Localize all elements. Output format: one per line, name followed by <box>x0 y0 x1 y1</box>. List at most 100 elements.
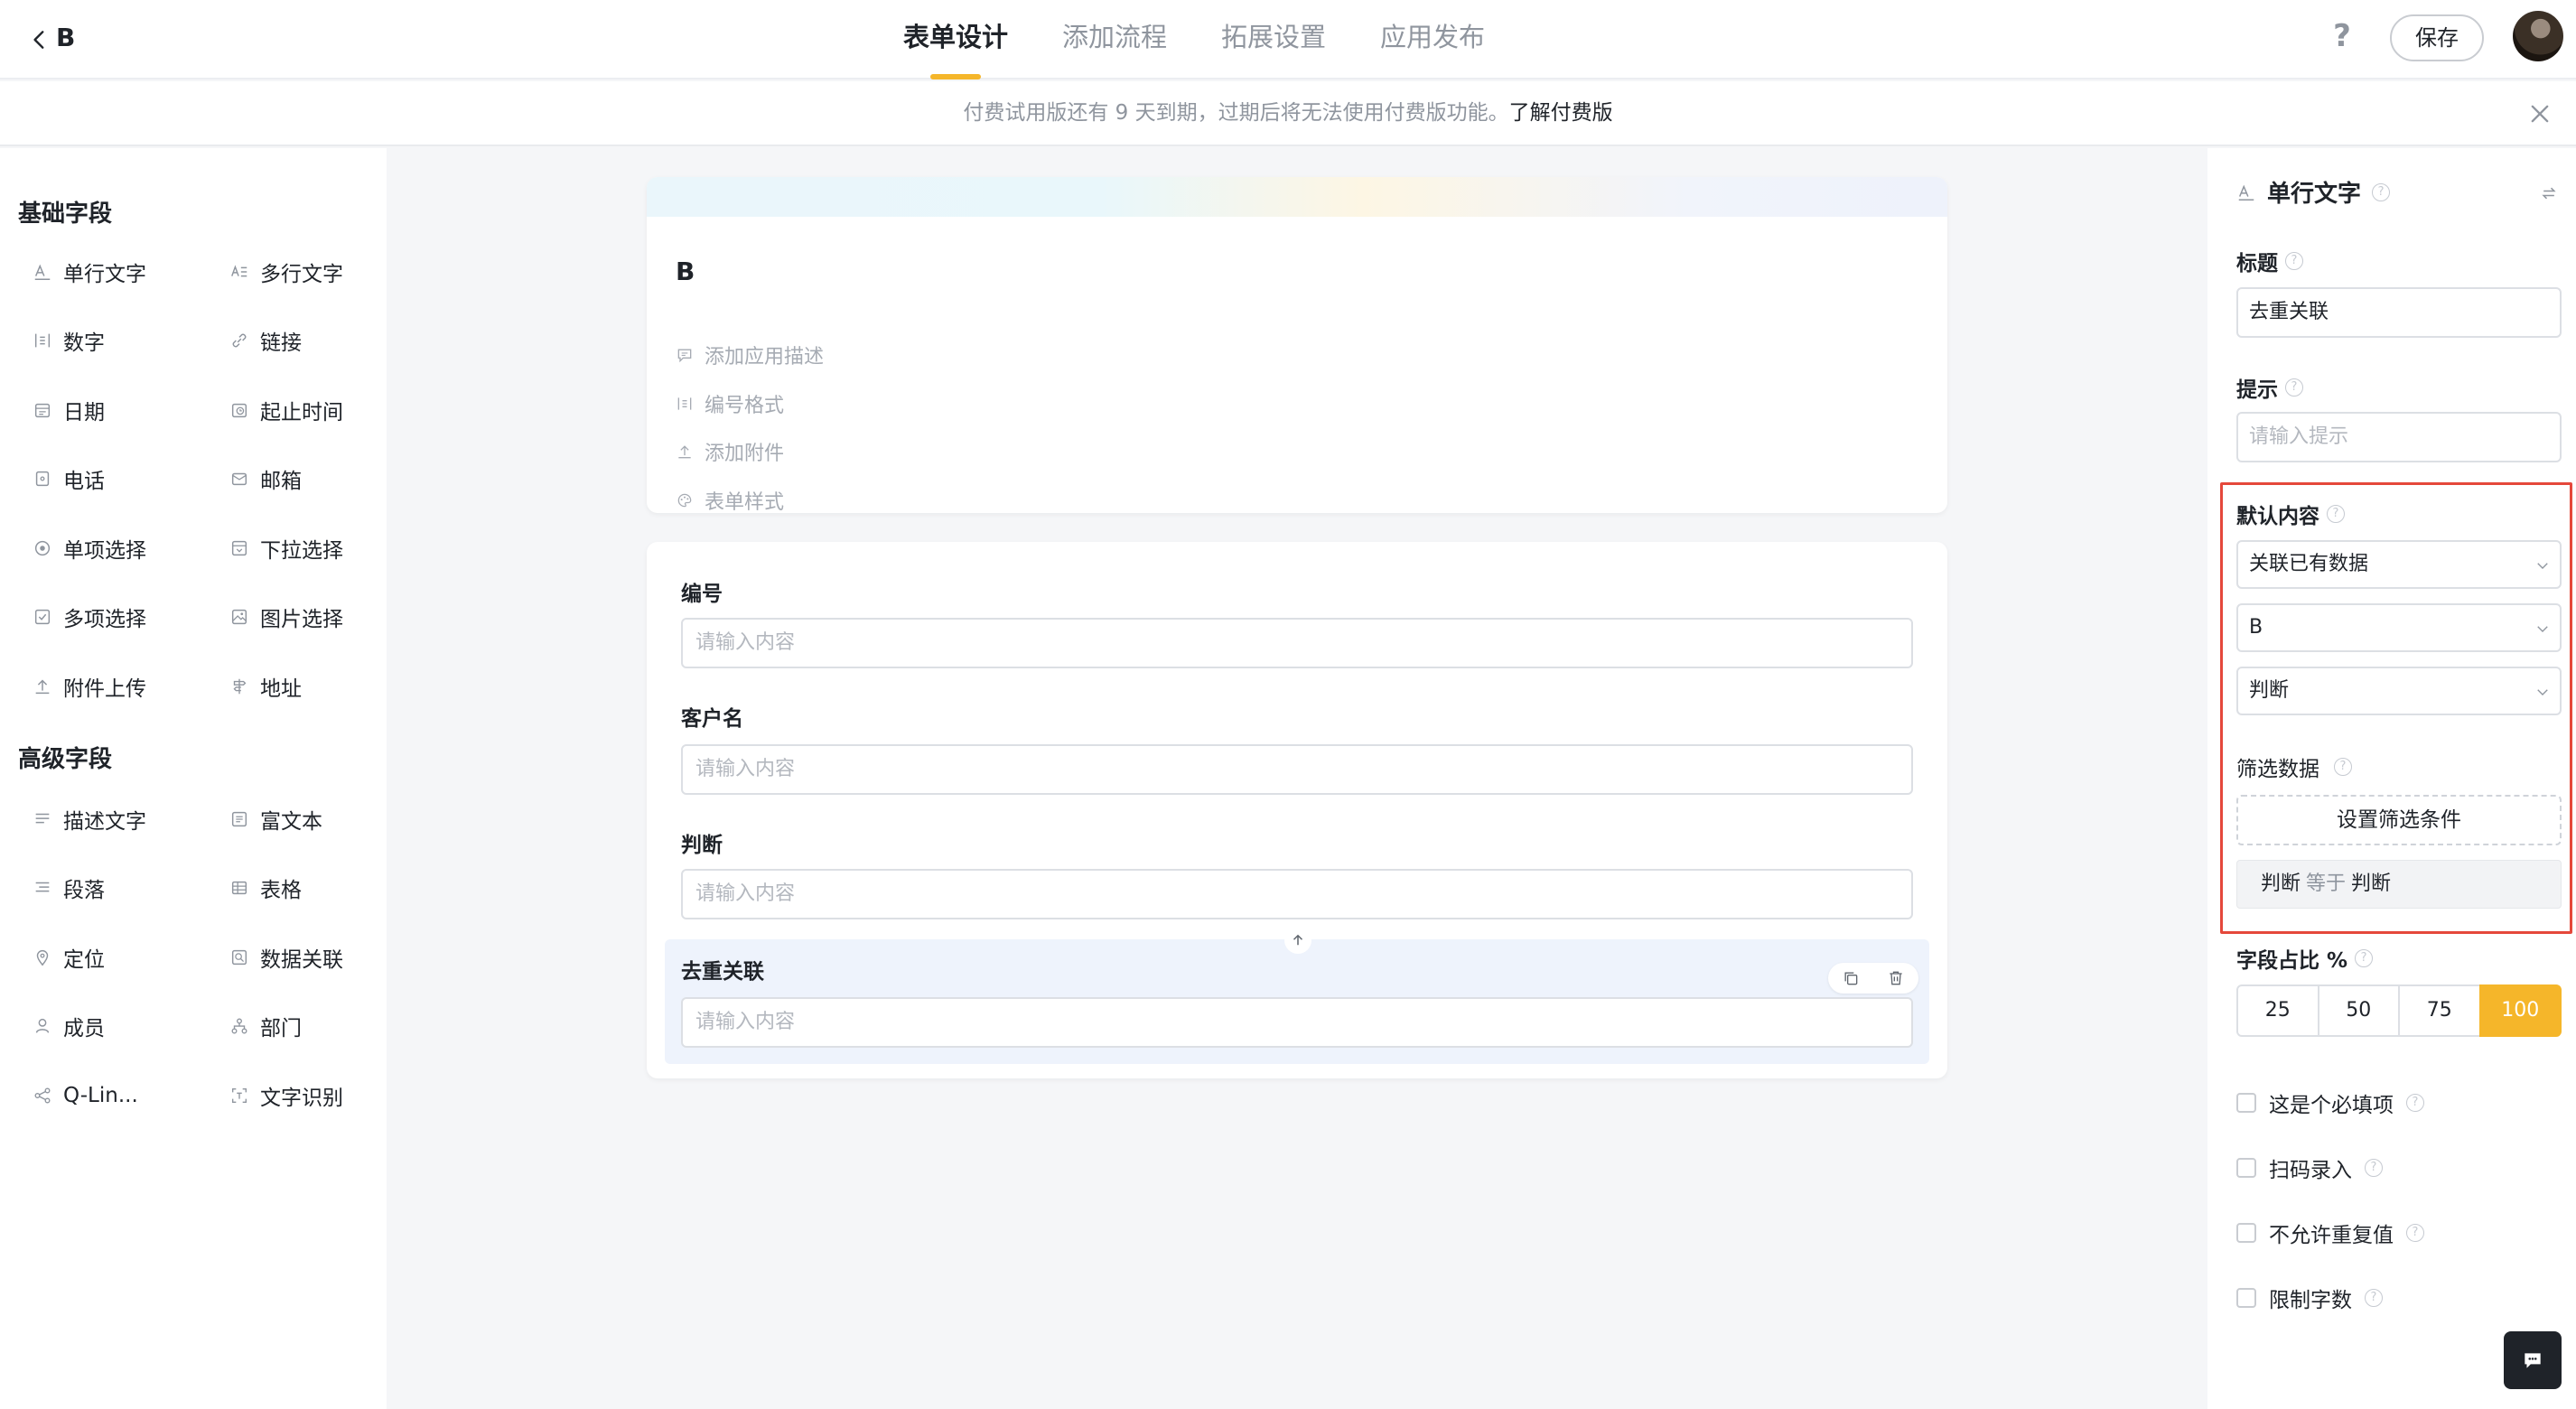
time-range-icon <box>229 400 249 420</box>
palette-item-q-link[interactable]: Q-Lin... <box>33 1075 138 1116</box>
palette-item-department[interactable]: 部门 <box>229 1005 302 1047</box>
meta-label: 表单样式 <box>705 491 785 513</box>
scan-input-checkbox-row[interactable]: 扫码录入? <box>2236 1152 2383 1183</box>
signpost-icon <box>229 677 249 696</box>
help-circle-icon[interactable]: ? <box>2365 1289 2383 1307</box>
main-tabs: 表单设计 添加流程 拓展设置 应用发布 <box>903 0 1485 79</box>
palette-item-upload[interactable]: 附件上传 <box>33 666 146 707</box>
limit-length-checkbox-row[interactable]: 限制字数? <box>2236 1283 2383 1313</box>
chevron-down-icon <box>2537 689 2548 695</box>
palette-item-single-text[interactable]: 单行文字 <box>33 251 146 293</box>
set-filter-button[interactable]: 设置筛选条件 <box>2236 795 2562 845</box>
field-input-dedupe[interactable]: 请输入内容 <box>681 997 1913 1048</box>
scan-input-label: 扫码录入 <box>2269 1159 2352 1182</box>
calendar-icon <box>33 400 52 420</box>
palette-item-label: 图片选择 <box>260 608 343 631</box>
palette-item-member[interactable]: 成员 <box>33 1005 105 1047</box>
palette-item-time-range[interactable]: 起止时间 <box>229 389 343 431</box>
filter-condition[interactable]: 判断 等于 判断 <box>2236 860 2562 909</box>
copy-icon[interactable] <box>1842 969 1860 987</box>
palette-item-address[interactable]: 地址 <box>229 666 302 707</box>
palette-item-label: 多行文字 <box>260 263 343 286</box>
help-circle-icon[interactable]: ? <box>2365 1159 2383 1177</box>
notice-text: 付费试用版还有 9 天到期，过期后将无法使用付费版功能。 <box>963 101 1509 125</box>
no-duplicate-checkbox-row[interactable]: 不允许重复值? <box>2236 1218 2424 1248</box>
help-circle-icon[interactable]: ? <box>2285 378 2303 397</box>
ratio-option-25[interactable]: 25 <box>2236 984 2319 1037</box>
required-checkbox[interactable] <box>2236 1093 2256 1113</box>
help-circle-icon[interactable]: ? <box>2406 1224 2424 1242</box>
title-input[interactable]: 去重关联 <box>2236 287 2562 338</box>
move-up-button[interactable] <box>1284 927 1311 954</box>
palette-item-multi-text[interactable]: 多行文字 <box>229 251 343 293</box>
default-mode-value: 关联已有数据 <box>2249 553 2369 575</box>
meta-label: 编号格式 <box>705 395 785 417</box>
palette-item-rich-text[interactable]: 富文本 <box>229 798 322 840</box>
palette-item-radio[interactable]: 单项选择 <box>33 527 146 569</box>
share-icon <box>33 1086 52 1106</box>
palette-item-data-link[interactable]: 数据关联 <box>229 937 343 978</box>
add-attachment-button[interactable]: 添加附件 <box>676 436 784 467</box>
field-input-number[interactable]: 请输入内容 <box>681 618 1913 668</box>
default-mode-select[interactable]: 关联已有数据 <box>2236 540 2562 589</box>
back-button[interactable] <box>20 20 60 60</box>
form-style-button[interactable]: 表单样式 <box>676 485 784 513</box>
palette-item-label: 附件上传 <box>63 677 146 701</box>
linked-app-select[interactable]: B <box>2236 603 2562 652</box>
field-input-judge[interactable]: 请输入内容 <box>681 869 1913 919</box>
notice-link[interactable]: 了解付费版 <box>1509 101 1613 125</box>
palette-item-dropdown[interactable]: 下拉选择 <box>229 527 343 569</box>
chat-support-button[interactable] <box>2504 1331 2562 1389</box>
ratio-option-50[interactable]: 50 <box>2317 984 2400 1037</box>
trash-icon[interactable] <box>1887 969 1905 987</box>
scan-input-checkbox[interactable] <box>2236 1158 2256 1178</box>
palette-item-image[interactable]: 图片选择 <box>229 596 343 638</box>
palette-item-location[interactable]: 定位 <box>33 937 105 978</box>
scan-text-icon <box>229 1086 249 1106</box>
palette-item-date[interactable]: 日期 <box>33 389 105 431</box>
help-circle-icon[interactable]: ? <box>2334 758 2352 776</box>
limit-length-checkbox[interactable] <box>2236 1288 2256 1308</box>
help-circle-icon[interactable]: ? <box>2327 505 2345 523</box>
help-circle-icon[interactable]: ? <box>2372 182 2391 201</box>
field-input-customer[interactable]: 请输入内容 <box>681 744 1913 795</box>
palette-item-number[interactable]: 数字 <box>33 320 105 361</box>
palette-item-paragraph[interactable]: 段落 <box>33 867 105 909</box>
help-icon[interactable]: ? <box>2327 18 2357 54</box>
palette-item-checkbox[interactable]: 多项选择 <box>33 596 146 638</box>
palette-item-label: 下拉选择 <box>260 539 343 563</box>
palette-item-link[interactable]: 链接 <box>229 320 302 361</box>
no-duplicate-label: 不允许重复值 <box>2269 1224 2394 1247</box>
palette-item-table[interactable]: 表格 <box>229 867 302 909</box>
help-circle-icon[interactable]: ? <box>2355 949 2374 967</box>
palette-item-mail[interactable]: 邮箱 <box>229 458 302 499</box>
number-icon <box>677 397 692 410</box>
location-pin-icon <box>33 947 52 967</box>
avatar[interactable] <box>2513 11 2563 61</box>
swap-icon[interactable] <box>2540 184 2558 202</box>
ratio-option-100[interactable]: 100 <box>2478 984 2562 1037</box>
field-label-dedupe: 去重关联 <box>681 960 764 984</box>
image-icon <box>229 607 249 627</box>
number-format-button[interactable]: 编号格式 <box>676 388 784 419</box>
palette-item-description[interactable]: 描述文字 <box>33 798 146 840</box>
help-circle-icon[interactable]: ? <box>2406 1094 2424 1112</box>
save-button[interactable]: 保存 <box>2390 14 2484 61</box>
close-icon[interactable] <box>2527 101 2553 126</box>
add-description-button[interactable]: 添加应用描述 <box>676 340 824 370</box>
no-duplicate-checkbox[interactable] <box>2236 1223 2256 1243</box>
palette-item-ocr[interactable]: 文字识别 <box>229 1075 343 1116</box>
help-circle-icon[interactable]: ? <box>2285 252 2303 270</box>
form-title[interactable]: B <box>676 257 695 286</box>
linked-field-select[interactable]: 判断 <box>2236 667 2562 715</box>
tab-add-flow[interactable]: 添加流程 <box>1062 0 1167 79</box>
palette-item-phone[interactable]: 电话 <box>33 458 105 499</box>
tab-extend-settings[interactable]: 拓展设置 <box>1221 0 1326 79</box>
hint-input[interactable]: 请输入提示 <box>2236 412 2562 462</box>
tab-app-publish[interactable]: 应用发布 <box>1380 0 1485 79</box>
mail-icon <box>229 469 249 489</box>
ratio-option-75[interactable]: 75 <box>2398 984 2481 1037</box>
required-checkbox-row[interactable]: 这是个必填项? <box>2236 1087 2424 1118</box>
tab-form-design[interactable]: 表单设计 <box>903 0 1008 79</box>
rich-text-icon <box>229 809 249 829</box>
